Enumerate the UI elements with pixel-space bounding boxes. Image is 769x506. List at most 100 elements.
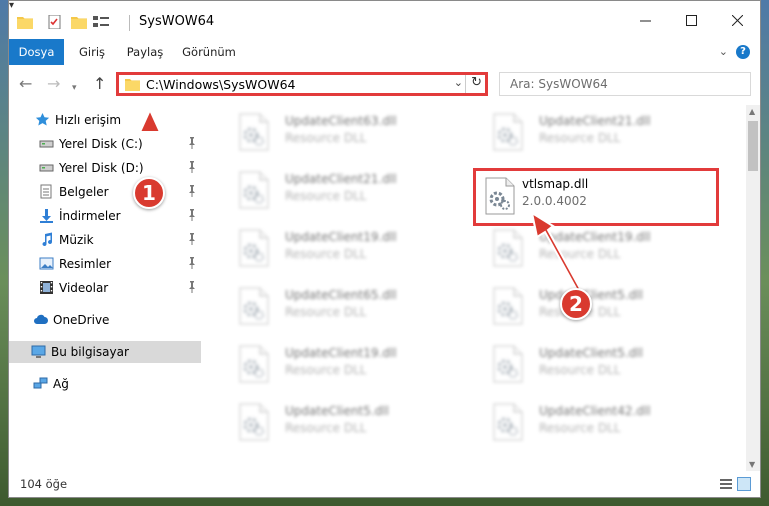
refresh-icon[interactable]: ↻: [471, 75, 482, 90]
navigation-bar: ← → ▾ ↑ C:\Windows\SysWOW64 ⌄ ↻ Ara: Sys…: [9, 65, 760, 105]
file-item[interactable]: UpdateClient19.dll Resource DLL: [473, 225, 713, 275]
sidebar-item-label: Bu bilgisayar: [51, 345, 129, 359]
file-name: vtlsmap.dll: [522, 177, 589, 191]
pin-icon[interactable]: [187, 233, 197, 245]
folder-icon: [125, 79, 140, 91]
cloud-icon: [33, 312, 48, 327]
step-1-badge: 1: [133, 177, 165, 209]
sidebar-item-label: Hızlı erişim: [55, 113, 122, 127]
file-item[interactable]: UpdateClient21.dll Resource DLL: [219, 167, 459, 217]
file-list: UpdateClient63.dll Resource DLL UpdateClie…: [209, 105, 739, 467]
file-item[interactable]: UpdateClient21.dll Resource DLL: [473, 109, 713, 159]
file-item[interactable]: UpdateClient5.dllResource DLL: [473, 283, 713, 333]
file-item[interactable]: UpdateClient5.dllResource DLL: [473, 341, 713, 391]
file-description: Resource DLL: [285, 131, 367, 145]
minimize-button[interactable]: [622, 1, 668, 39]
sidebar-item-müzik[interactable]: Müzik: [9, 229, 201, 251]
address-bar[interactable]: C:\Windows\SysWOW64 ⌄ ↻: [116, 72, 488, 96]
tab-share[interactable]: Paylaş: [121, 39, 169, 65]
navigation-pane: Hızlı erişim Yerel Disk (C:) Yerel Disk (D…: [9, 105, 201, 467]
sidebar-item-onedrive[interactable]: OneDrive: [9, 309, 201, 331]
tab-file[interactable]: Dosya: [9, 39, 64, 65]
pin-icon[interactable]: [187, 281, 197, 293]
file-description: Resource DLL: [285, 363, 367, 377]
pin-icon[interactable]: [187, 137, 197, 149]
sidebar-item-videolar[interactable]: Videolar: [9, 277, 201, 299]
pin-icon[interactable]: [187, 209, 197, 221]
file-name: UpdateClient65.dll: [285, 288, 397, 302]
scroll-down-icon[interactable]: ▼: [749, 460, 755, 469]
close-button[interactable]: [714, 1, 760, 39]
dll-file-icon: [493, 345, 523, 383]
dll-file-icon: [493, 403, 523, 441]
step-2-badge: 2: [560, 288, 592, 320]
address-path[interactable]: C:\Windows\SysWOW64: [146, 77, 295, 92]
file-name: UpdateClient5.dll: [285, 404, 389, 418]
details-view-icon[interactable]: [720, 478, 732, 490]
item-count: 104 öğe: [20, 477, 68, 491]
back-button[interactable]: ←: [19, 76, 32, 92]
sidebar-item-label: İndirmeler: [59, 209, 121, 223]
file-description: Resource DLL: [539, 247, 621, 261]
sidebar-item-label: Belgeler: [59, 185, 109, 199]
scroll-up-icon[interactable]: ▲: [749, 107, 755, 116]
pin-icon[interactable]: [187, 257, 197, 269]
forward-button[interactable]: →: [47, 76, 60, 92]
window-title: SysWOW64: [139, 14, 215, 29]
sidebar-item-label: Videolar: [59, 281, 109, 295]
pin-icon[interactable]: [187, 161, 197, 173]
drive-icon: [39, 136, 54, 151]
dll-file-icon: [485, 177, 515, 215]
sidebar-item-resimler[interactable]: Resimler: [9, 253, 201, 275]
sidebar-item-label: Yerel Disk (C:): [59, 137, 143, 151]
sidebar-item-yerel-disk-c-[interactable]: Yerel Disk (C:): [9, 133, 201, 155]
pin-icon[interactable]: [187, 185, 197, 197]
help-icon[interactable]: ?: [736, 45, 750, 59]
sidebar-item-ağ[interactable]: Ağ: [9, 373, 201, 395]
new-folder-icon[interactable]: [71, 15, 87, 29]
folder-icon[interactable]: [17, 15, 33, 29]
sidebar-item-belgeler[interactable]: Belgeler: [9, 181, 201, 203]
up-button[interactable]: ↑: [93, 76, 106, 92]
search-placeholder: Ara: SysWOW64: [510, 77, 608, 91]
sidebar-item-yerel-disk-d-[interactable]: Yerel Disk (D:): [9, 157, 201, 179]
dll-file-icon: [239, 113, 269, 151]
view-options-icon[interactable]: [93, 15, 109, 29]
recent-locations-icon[interactable]: ▾: [72, 80, 77, 96]
sidebar-item-label: Resimler: [59, 257, 112, 271]
search-input[interactable]: Ara: SysWOW64: [499, 72, 751, 96]
expand-ribbon-icon[interactable]: ⌄: [719, 45, 728, 58]
dll-file-icon: [493, 229, 523, 267]
tab-home[interactable]: Giriş: [71, 39, 113, 65]
dll-file-icon: [239, 345, 269, 383]
address-dropdown-icon[interactable]: ⌄: [454, 76, 463, 89]
network-icon: [33, 376, 48, 391]
file-name: UpdateClient21.dll: [285, 172, 397, 186]
file-item[interactable]: UpdateClient63.dll Resource DLL: [219, 109, 459, 159]
file-name: UpdateClient21.dll: [539, 114, 651, 128]
dll-file-icon: [239, 229, 269, 267]
scrollbar-thumb[interactable]: [748, 121, 758, 171]
large-icons-view-icon[interactable]: [737, 477, 751, 491]
file-item[interactable]: UpdateClient19.dll Resource DLL: [219, 341, 459, 391]
file-name: UpdateClient19.dll: [285, 346, 397, 360]
file-name: UpdateClient19.dll: [285, 230, 397, 244]
vertical-scrollbar[interactable]: ▲ ▼: [746, 105, 760, 471]
tab-view[interactable]: Görünüm: [177, 39, 241, 65]
close-icon: [731, 14, 743, 26]
file-item[interactable]: UpdateClient19.dll Resource DLL: [219, 225, 459, 275]
file-item[interactable]: UpdateClient42.dll Resource DLL: [473, 399, 713, 449]
sidebar-item-i-ndirmeler[interactable]: İndirmeler: [9, 205, 201, 227]
status-bar: 104 öğe: [9, 471, 760, 497]
maximize-button[interactable]: [668, 1, 714, 39]
sidebar-item-hızlı-erişim[interactable]: Hızlı erişim: [9, 109, 201, 131]
sidebar-item-bu-bilgisayar[interactable]: Bu bilgisayar: [9, 341, 201, 363]
quick-access-dropdown-icon[interactable]: ▾: [9, 1, 19, 11]
file-description: Resource DLL: [285, 305, 367, 319]
file-item[interactable]: UpdateClient5.dllResource DLL: [219, 399, 459, 449]
file-item-vtlsmap[interactable]: vtlsmap.dll 2.0.0.4002: [473, 168, 719, 226]
properties-icon[interactable]: [47, 15, 63, 29]
file-item[interactable]: UpdateClient65.dll Resource DLL: [219, 283, 459, 333]
file-description: Resource DLL: [539, 363, 621, 377]
dll-file-icon: [493, 287, 523, 325]
